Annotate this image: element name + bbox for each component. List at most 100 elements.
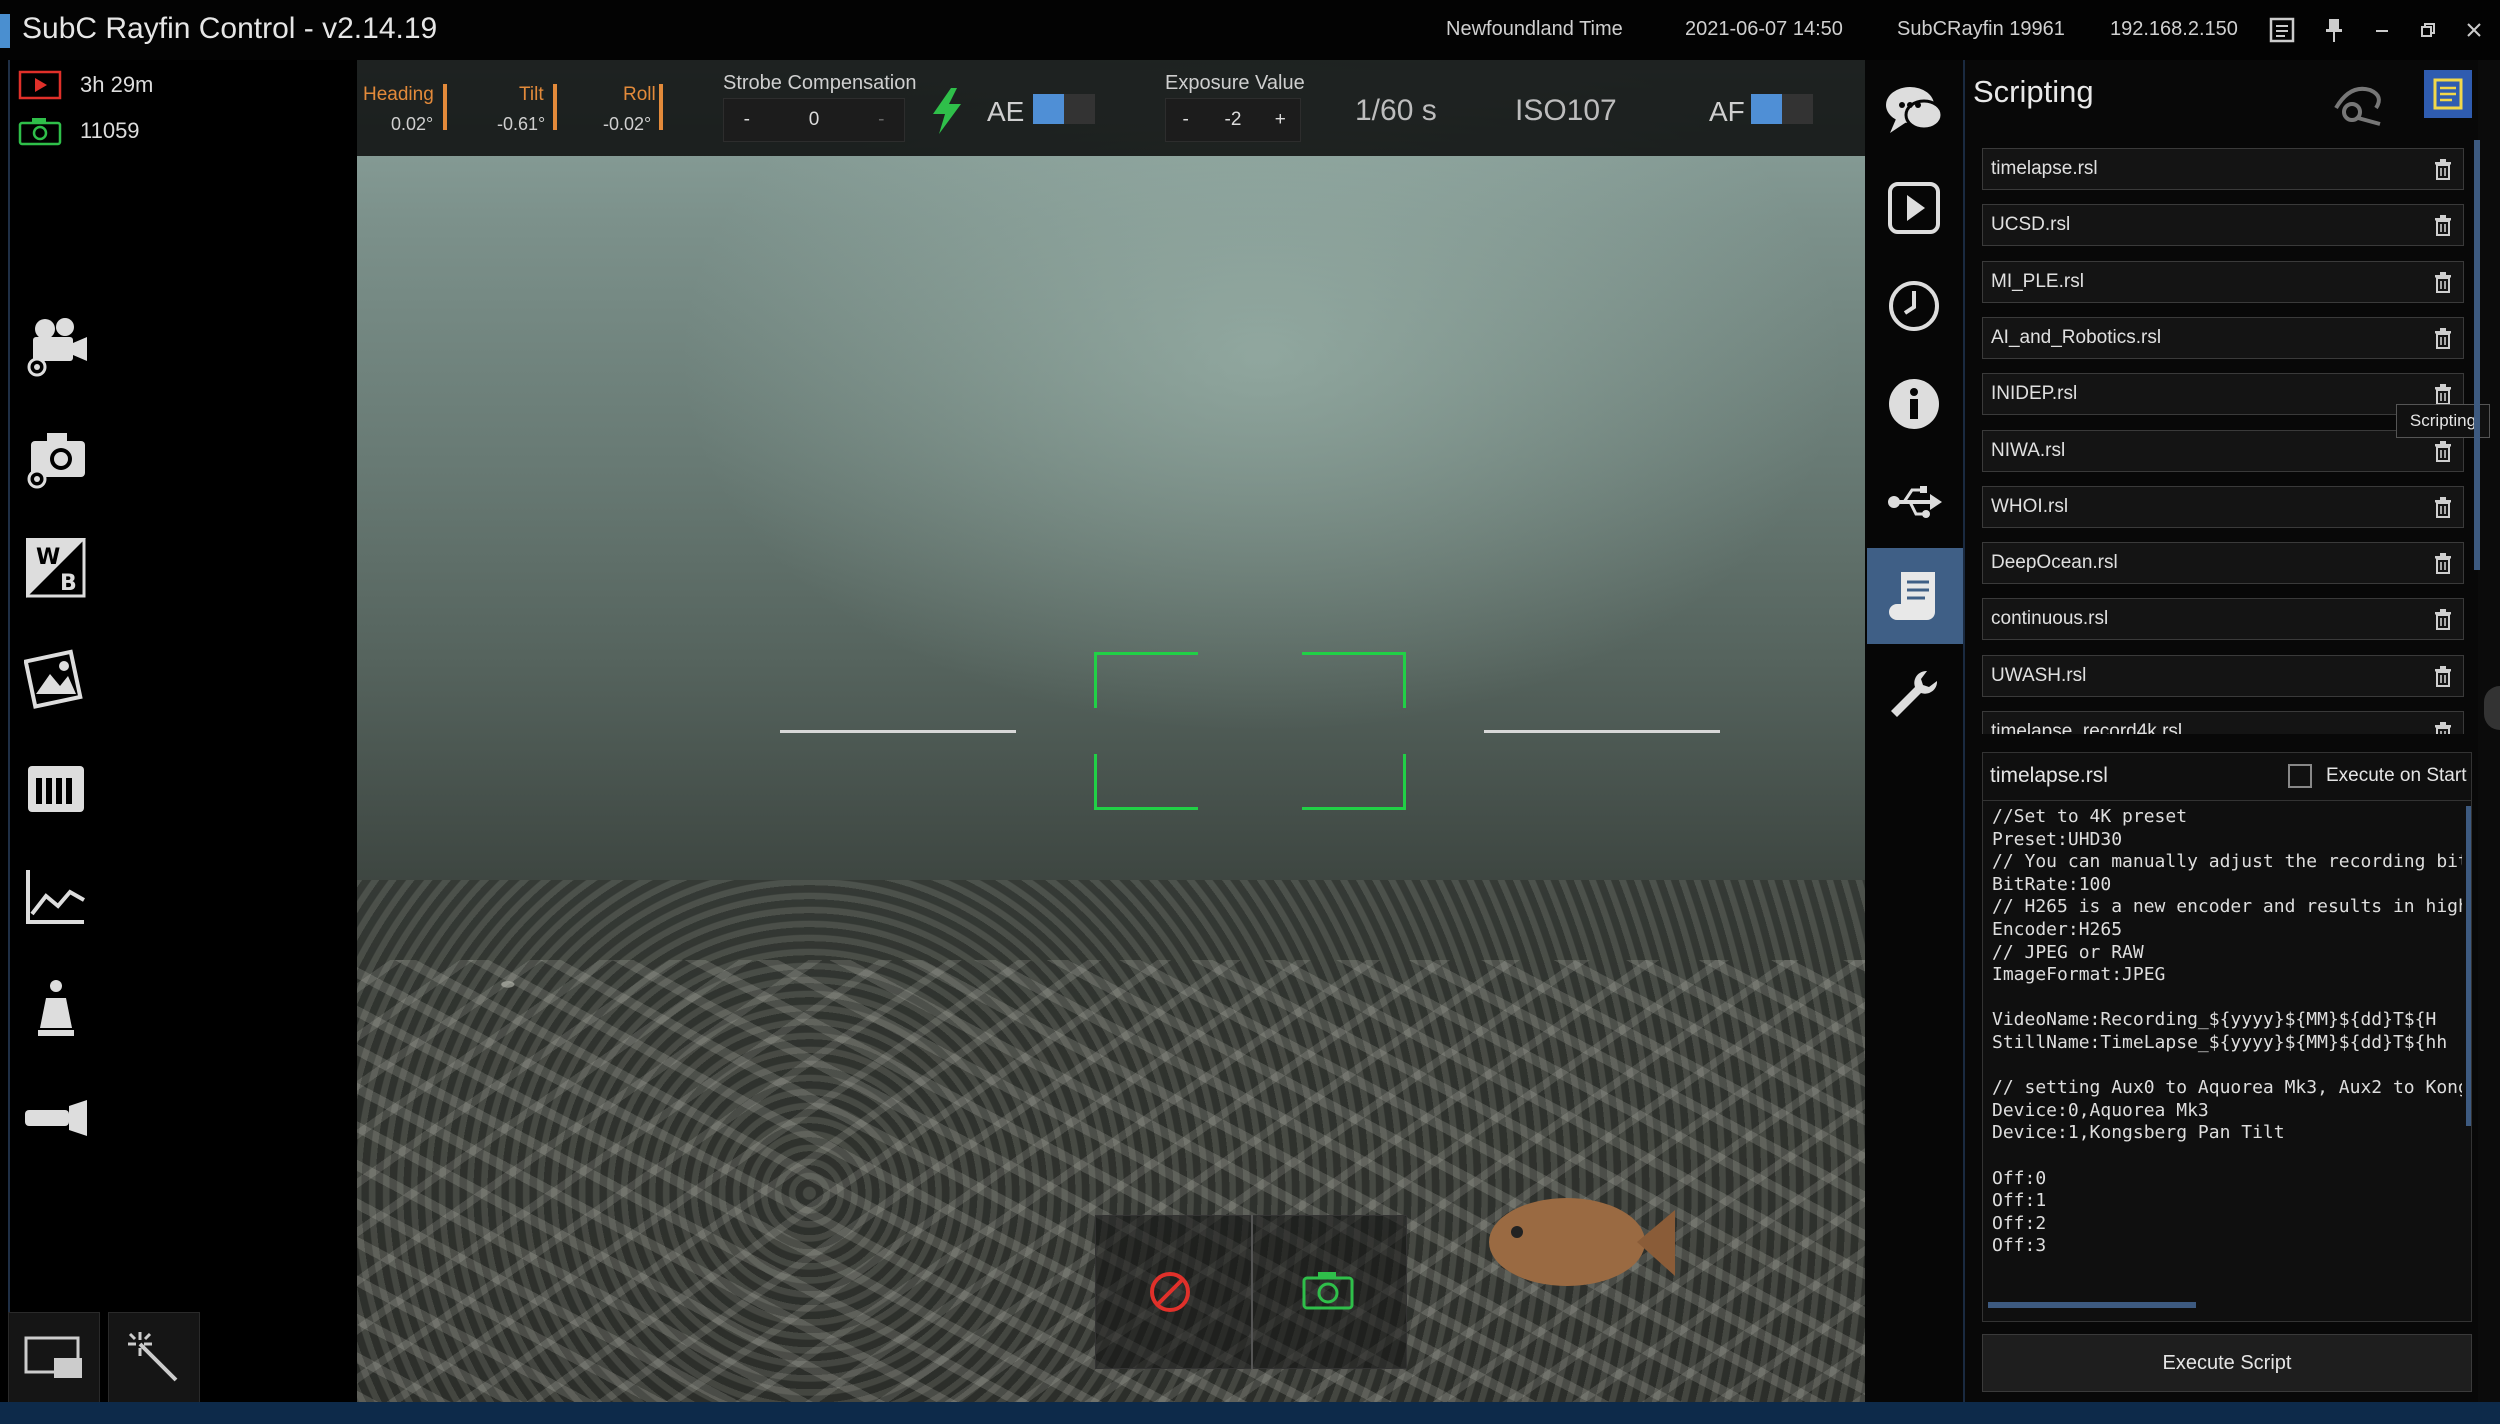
snapshot-camera-icon bbox=[1302, 1272, 1354, 1310]
script-list-item[interactable]: NIWA.rsl bbox=[1982, 429, 2464, 472]
ae-toggle[interactable] bbox=[1033, 94, 1095, 124]
exposure-minus-button[interactable]: - bbox=[1166, 109, 1205, 131]
script-name: timelapse.rsl bbox=[1991, 158, 2098, 179]
usb-icon[interactable] bbox=[1870, 458, 1958, 546]
record-time-value: 3h 29m bbox=[80, 72, 154, 97]
focus-corner-tl bbox=[1094, 652, 1198, 708]
iso-value[interactable]: ISO107 bbox=[1515, 94, 1617, 128]
trash-icon[interactable] bbox=[2423, 543, 2463, 583]
pip-button[interactable] bbox=[8, 1312, 100, 1404]
snapshot-button[interactable] bbox=[1300, 1268, 1360, 1318]
device-label: SubCRayfin 19961 bbox=[1897, 18, 2065, 40]
trash-icon[interactable] bbox=[2423, 205, 2463, 245]
playback-icon[interactable] bbox=[1870, 164, 1958, 252]
tilt-bar bbox=[553, 84, 557, 130]
script-list-item[interactable]: MI_PLE.rsl bbox=[1982, 260, 2464, 303]
execute-script-button[interactable]: Execute Script bbox=[1982, 1334, 2472, 1392]
trash-icon[interactable] bbox=[2423, 149, 2463, 189]
panel-title: Scripting bbox=[1973, 74, 2094, 109]
trash-icon[interactable] bbox=[2423, 487, 2463, 527]
exposure-plus-button[interactable]: + bbox=[1261, 109, 1300, 131]
script-code-text[interactable]: //Set to 4K preset Preset:UHD30 // You c… bbox=[1992, 806, 2462, 1292]
white-balance-icon[interactable]: WB bbox=[22, 534, 90, 602]
app-title: SubC Rayfin Control - v2.14.19 bbox=[22, 12, 438, 45]
pan-tilt-icon[interactable] bbox=[2330, 78, 2386, 126]
roll-label: Roll bbox=[623, 84, 656, 105]
script-name: INIDEP.rsl bbox=[1991, 383, 2078, 405]
laser-icon[interactable] bbox=[22, 1084, 90, 1152]
script-list-scrollbar[interactable] bbox=[2474, 140, 2480, 570]
flash-icon[interactable] bbox=[929, 86, 965, 136]
script-list-item[interactable]: AI_and_Robotics.rsl bbox=[1982, 316, 2464, 359]
scripting-tab[interactable] bbox=[1867, 548, 1963, 644]
notes-icon[interactable] bbox=[2264, 12, 2300, 48]
shutter-speed[interactable]: 1/60 s bbox=[1355, 94, 1437, 128]
script-list-item[interactable]: UCSD.rsl bbox=[1982, 204, 2464, 247]
focus-corner-tr bbox=[1302, 652, 1406, 708]
info-icon[interactable] bbox=[1870, 360, 1958, 448]
clock-icon[interactable] bbox=[1870, 262, 1958, 350]
script-list-item[interactable]: WHOI.rsl bbox=[1982, 485, 2464, 528]
af-label: AF bbox=[1709, 96, 1745, 127]
datetime-label: 2021-06-07 14:50 bbox=[1685, 18, 1843, 40]
editor-horizontal-scrollbar[interactable] bbox=[1988, 1302, 2196, 1308]
trash-icon[interactable] bbox=[2423, 599, 2463, 639]
video-settings-icon[interactable] bbox=[22, 312, 90, 380]
script-list-item[interactable]: timelapse_record4k.rsl bbox=[1982, 711, 2464, 734]
strobe-compensation-label: Strobe Compensation bbox=[723, 72, 917, 94]
image-adjust-icon[interactable] bbox=[22, 644, 90, 712]
script-list-item[interactable]: UWASH.rsl bbox=[1982, 654, 2464, 697]
chart-icon[interactable] bbox=[22, 864, 90, 932]
notes-panel-button[interactable] bbox=[2424, 70, 2472, 118]
storage-icon[interactable] bbox=[22, 754, 90, 822]
script-list-item[interactable]: timelapse.rsl bbox=[1982, 148, 2464, 190]
trash-icon[interactable] bbox=[2423, 712, 2463, 734]
af-toggle[interactable] bbox=[1751, 94, 1813, 124]
exposure-value: -2 bbox=[1224, 109, 1242, 130]
roll-value: -0.02° bbox=[603, 114, 652, 134]
script-list-item[interactable]: DeepOcean.rsl bbox=[1982, 542, 2464, 585]
exposure-value-label: Exposure Value bbox=[1165, 72, 1305, 94]
photo-settings-icon[interactable] bbox=[22, 424, 90, 492]
script-name: UWASH.rsl bbox=[1991, 664, 2087, 686]
record-icon bbox=[18, 70, 62, 100]
svg-text:B: B bbox=[60, 571, 77, 596]
minimize-icon[interactable] bbox=[2364, 12, 2400, 48]
restore-icon[interactable] bbox=[2410, 12, 2446, 48]
lamp-icon[interactable] bbox=[22, 974, 90, 1042]
panel-collapse-handle[interactable] bbox=[2484, 686, 2500, 730]
script-list-item[interactable]: INIDEP.rsl bbox=[1982, 373, 2464, 416]
script-name: AI_and_Robotics.rsl bbox=[1991, 326, 2162, 348]
trash-icon[interactable] bbox=[2423, 318, 2463, 358]
camera-hud: Heading 0.02° Tilt -0.61° Roll -0.02° St… bbox=[357, 60, 1865, 156]
strobe-plus-button[interactable]: - bbox=[859, 109, 905, 131]
trash-icon[interactable] bbox=[2423, 262, 2463, 302]
photo-count-value: 11059 bbox=[80, 118, 140, 143]
editor-file-name: timelapse.rsl bbox=[1990, 764, 2108, 787]
tilt-label: Tilt bbox=[519, 84, 544, 105]
chat-icon[interactable] bbox=[1870, 66, 1958, 154]
strobe-minus-button[interactable]: - bbox=[724, 109, 770, 131]
trash-icon[interactable] bbox=[2423, 656, 2463, 696]
execute-on-start-label: Execute on Start bbox=[2326, 765, 2467, 786]
horizon-line-right bbox=[1484, 730, 1720, 733]
wrench-icon[interactable] bbox=[1870, 650, 1958, 738]
bottom-status-strip bbox=[0, 1402, 2500, 1424]
ae-label: AE bbox=[987, 96, 1025, 127]
app-window: SubC Rayfin Control - v2.14.19 Newfoundl… bbox=[0, 0, 2500, 1424]
script-list-item[interactable]: continuous.rsl bbox=[1982, 598, 2464, 641]
execute-on-start-checkbox[interactable] bbox=[2288, 764, 2312, 788]
heading-label: Heading bbox=[363, 84, 434, 105]
auto-enhance-button[interactable] bbox=[108, 1312, 200, 1404]
record-button[interactable] bbox=[1140, 1262, 1200, 1322]
picture-in-picture-icon bbox=[24, 1336, 82, 1378]
record-time-stat: 3h 29m bbox=[18, 70, 153, 100]
svg-text:W: W bbox=[36, 545, 60, 570]
script-name: continuous.rsl bbox=[1991, 608, 2109, 630]
pin-icon[interactable] bbox=[2316, 12, 2352, 48]
editor-separator bbox=[1982, 800, 2472, 801]
title-bar: SubC Rayfin Control - v2.14.19 Newfoundl… bbox=[0, 0, 2500, 60]
editor-vertical-scrollbar[interactable] bbox=[2466, 806, 2471, 1126]
close-icon[interactable] bbox=[2456, 12, 2492, 48]
photo-count-stat: 11059 bbox=[18, 116, 140, 146]
